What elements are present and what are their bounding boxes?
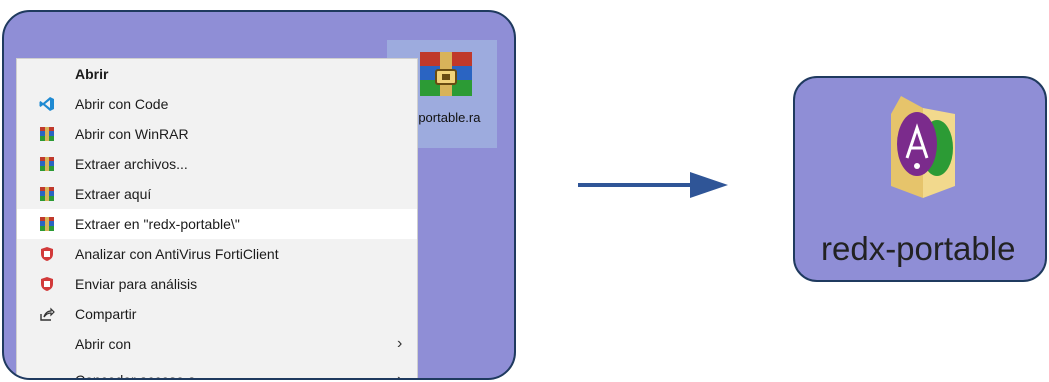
chevron-right-icon: › bbox=[397, 371, 403, 380]
folder-icon[interactable] bbox=[883, 86, 969, 204]
desktop-screenshot-panel: -portable.ra Abrir Abrir con Code Abrir … bbox=[2, 10, 516, 380]
menu-item-label: Enviar para análisis bbox=[75, 276, 198, 292]
result-folder-panel: redx-portable bbox=[793, 76, 1047, 282]
menu-item-enviar-analisis[interactable]: Enviar para análisis bbox=[17, 269, 417, 299]
menu-item-label: Abrir con Code bbox=[75, 96, 169, 112]
menu-item-label: Extraer archivos... bbox=[75, 156, 188, 172]
forticlient-icon bbox=[41, 247, 53, 261]
winrar-icon bbox=[40, 187, 54, 201]
winrar-icon bbox=[40, 127, 54, 141]
menu-item-label: Abrir bbox=[75, 66, 109, 82]
chevron-right-icon: › bbox=[397, 335, 403, 352]
menu-item-abrir-con-code[interactable]: Abrir con Code bbox=[17, 89, 417, 119]
menu-item-compartir[interactable]: Compartir bbox=[17, 299, 417, 329]
context-menu: Abrir Abrir con Code Abrir con WinRAR Ex… bbox=[16, 58, 418, 380]
menu-item-abrir-con-winrar[interactable]: Abrir con WinRAR bbox=[17, 119, 417, 149]
menu-item-label: Extraer aquí bbox=[75, 186, 152, 202]
menu-item-abrir[interactable]: Abrir bbox=[17, 59, 417, 89]
menu-item-extraer-en-carpeta[interactable]: Extraer en "redx-portable\" bbox=[17, 209, 417, 239]
file-name-label[interactable]: -portable.ra bbox=[414, 110, 514, 125]
menu-item-extraer-archivos[interactable]: Extraer archivos... bbox=[17, 149, 417, 179]
menu-item-label: Compartir bbox=[75, 306, 137, 322]
menu-item-label: Conceder acceso a bbox=[75, 372, 196, 380]
menu-item-label: Extraer en "redx-portable\" bbox=[75, 216, 240, 232]
winrar-icon bbox=[40, 157, 54, 171]
menu-item-label: Analizar con AntiVirus FortiClient bbox=[75, 246, 279, 262]
forticlient-icon bbox=[41, 277, 53, 291]
winrar-icon bbox=[40, 217, 54, 231]
menu-item-abrir-con[interactable]: Abrir con › bbox=[17, 329, 417, 359]
menu-item-conceder-acceso[interactable]: Conceder acceso a › bbox=[17, 365, 417, 380]
menu-item-analizar-forticlient[interactable]: Analizar con AntiVirus FortiClient bbox=[17, 239, 417, 269]
menu-item-extraer-aqui[interactable]: Extraer aquí bbox=[17, 179, 417, 209]
folder-name-label[interactable]: redx-portable bbox=[821, 230, 1015, 268]
winrar-archive-icon[interactable] bbox=[416, 48, 476, 102]
menu-item-label: Abrir con WinRAR bbox=[75, 126, 189, 142]
right-arrow-icon bbox=[578, 172, 728, 198]
share-icon bbox=[40, 307, 55, 321]
menu-item-label: Abrir con bbox=[75, 336, 132, 352]
vscode-icon bbox=[39, 97, 54, 111]
